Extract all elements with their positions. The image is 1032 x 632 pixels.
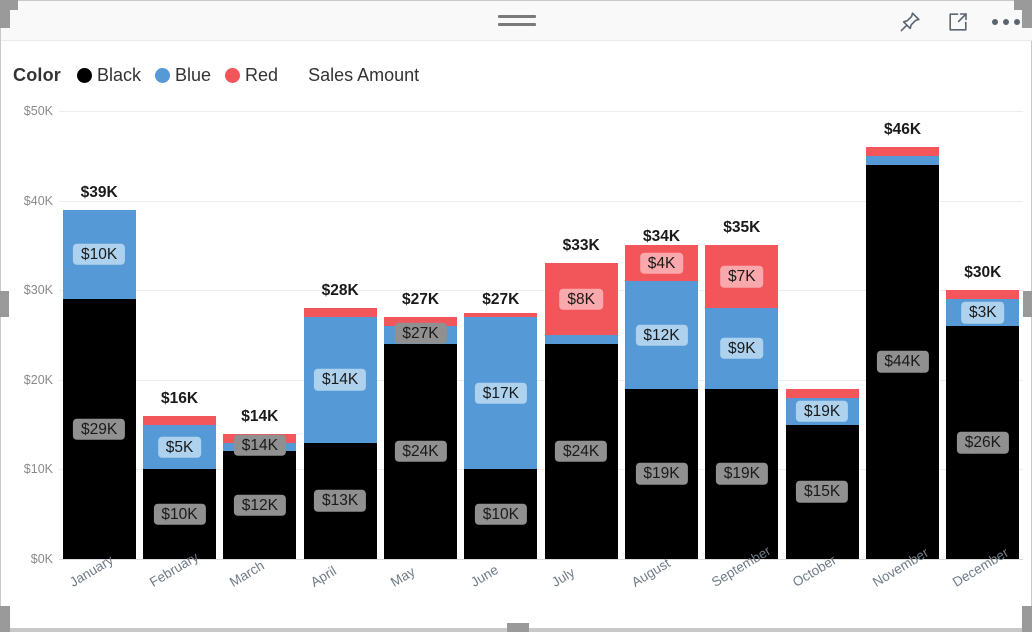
bar-total-label: $14K	[241, 407, 279, 425]
bar-column[interactable]: $44K $46K	[866, 121, 939, 559]
resize-handle-bottom[interactable]	[507, 623, 529, 632]
bar-total-label: $33K	[562, 237, 600, 255]
y-axis-tick-label: $30K	[23, 283, 53, 298]
bar-label-black: $10K	[153, 503, 206, 525]
bar-label-total-overlay: $27K	[394, 322, 447, 344]
bar-total-label: $34K	[642, 228, 681, 246]
y-axis-tick-label: $0K	[30, 552, 53, 566]
bar-column[interactable]: $19K $9K $7K $35K	[705, 219, 779, 559]
powerbi-visual-container: Color Black Blue Red Sales Amount $50K $40K…	[0, 0, 1032, 632]
bar-segment-red[interactable]	[143, 415, 216, 425]
bar-label-black: $24K	[394, 440, 447, 463]
bars-layer: $29K $10K $39K $10K $5K $16K $12K $14K $14K $13K $…	[59, 101, 1023, 571]
legend-item-label: Red	[245, 64, 279, 85]
focus-mode-icon[interactable]	[943, 7, 973, 37]
bar-label-red: $4K	[639, 252, 684, 275]
visual-header	[1, 1, 1032, 41]
legend-swatch-icon	[155, 67, 171, 83]
bar-label-blue: $17K	[474, 382, 527, 404]
bar-label-blue: $10K	[73, 243, 126, 266]
bar-label-black: $26K	[956, 431, 1009, 454]
bar-label-blue: $19K	[796, 400, 849, 422]
bar-column[interactable]: $15K $19K	[785, 388, 859, 559]
bar-label-black: $44K	[876, 351, 929, 373]
bar-total-label: $39K	[80, 183, 118, 201]
y-axis-tick-label: $50K	[23, 104, 53, 118]
bar-total-label: $30K	[964, 264, 1002, 282]
visual-header-tools	[895, 5, 1021, 39]
legend-item-red[interactable]: Red	[225, 65, 278, 86]
more-options-icon[interactable]	[991, 7, 1021, 37]
bar-label-black: $29K	[73, 418, 126, 440]
bar-label-black: $19K	[635, 463, 688, 485]
y-axis-tick-label: $20K	[23, 372, 53, 387]
bar-column[interactable]: $10K $5K $16K	[143, 390, 216, 559]
legend-item-black[interactable]: Black	[77, 65, 141, 86]
bar-total-label: $16K	[160, 389, 199, 407]
bar-segment-blue[interactable]	[866, 155, 939, 165]
bar-label-red: $7K	[720, 266, 764, 288]
bar-segment-blue[interactable]	[544, 335, 618, 344]
bar-label-blue: $3K	[961, 301, 1005, 324]
bar-label-blue: $5K	[157, 436, 202, 458]
resize-handle-bottom-right[interactable]	[1022, 606, 1032, 632]
bar-column[interactable]: $10K $17K $27K	[464, 291, 538, 559]
y-axis-tick-label: $10K	[23, 462, 53, 477]
bar-total-label: $27K	[482, 291, 520, 309]
bar-label-black: $10K	[474, 503, 527, 525]
resize-handle-right-top[interactable]	[1022, 0, 1032, 28]
bar-label-blue: $9K	[720, 337, 764, 360]
bar-column[interactable]: $29K $10K $39K	[62, 184, 136, 559]
bar-column[interactable]: $24K $8K $33K	[544, 237, 618, 559]
legend-item-label: Black	[97, 64, 142, 85]
legend-swatch-icon	[77, 67, 92, 83]
legend-swatch-icon	[225, 67, 241, 83]
bar-label-black: $12K	[233, 494, 286, 516]
bar-segment-red[interactable]	[946, 290, 1020, 300]
bar-segment-red[interactable]	[303, 308, 377, 318]
bar-column[interactable]: $19K $12K $4K $34K	[625, 228, 698, 559]
bar-total-label: $35K	[723, 219, 761, 237]
bar-label-total-overlay: $14K	[233, 434, 286, 456]
bar-label-black: $15K	[796, 481, 849, 503]
bar-total-label: $27K	[401, 291, 440, 309]
bar-column[interactable]: $24K $27K $27K	[384, 291, 457, 559]
bar-label-red: $8K	[559, 288, 603, 310]
bar-column[interactable]: $12K $14K $14K	[223, 408, 297, 559]
bar-segment-red[interactable]	[464, 312, 538, 318]
bar-label-black: $19K	[715, 463, 768, 485]
bar-column[interactable]: $13K $14K $28K	[303, 282, 377, 559]
bar-label-black: $13K	[314, 490, 367, 512]
legend: Color Black Blue Red Sales Amount	[13, 60, 419, 90]
chart-plot-area: $50K $40K $30K $20K $10K $0K $29K $10K $39K $10K…	[1, 101, 1032, 590]
legend-title: Color	[13, 64, 61, 85]
bar-total-label: $28K	[321, 282, 359, 300]
drag-handle[interactable]	[498, 15, 536, 28]
bar-label-blue: $14K	[314, 369, 367, 391]
bar-label-black: $24K	[555, 440, 608, 463]
pin-icon[interactable]	[895, 7, 925, 37]
legend-item-label: Blue	[175, 64, 212, 85]
bar-segment-red[interactable]	[866, 146, 939, 156]
resize-handle-bottom-left[interactable]	[0, 606, 10, 632]
bar-segment-red[interactable]	[785, 388, 859, 398]
y-axis-tick-label: $40K	[23, 193, 53, 208]
legend-item-blue[interactable]: Blue	[155, 65, 211, 86]
bar-total-label: $46K	[883, 120, 922, 138]
bar-label-blue: $12K	[635, 324, 688, 346]
legend-items: Black Blue Red	[77, 65, 292, 86]
bar-column[interactable]: $26K $3K $30K	[946, 264, 1020, 559]
resize-handle-left-top[interactable]	[0, 0, 10, 28]
legend-measure-label: Sales Amount	[308, 64, 420, 85]
